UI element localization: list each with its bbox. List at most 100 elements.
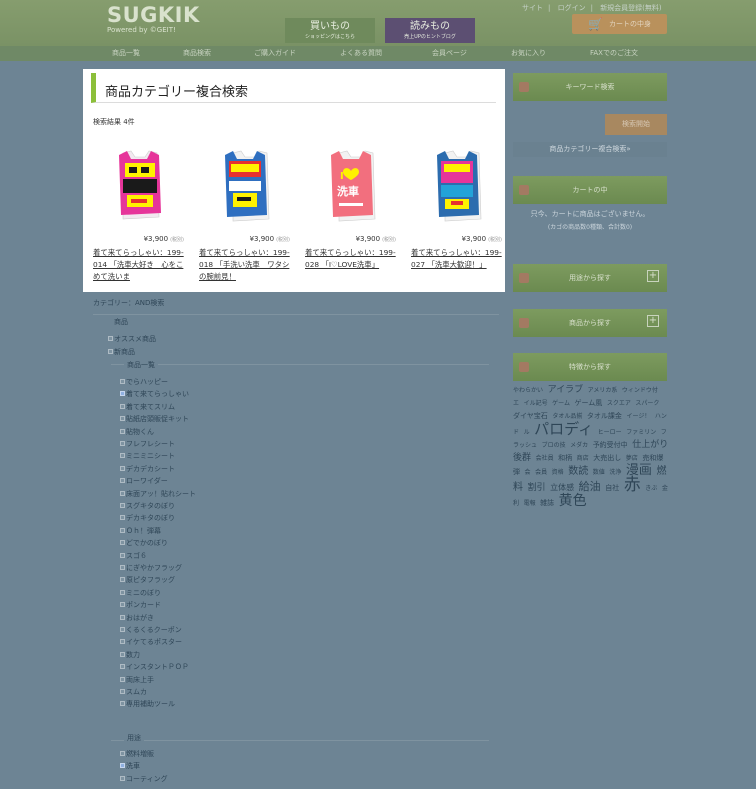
filter-checkbox-row[interactable]: にぎやかフラッグ [120, 563, 182, 573]
filter-checkbox-row[interactable]: イケてるポスター [120, 637, 182, 647]
tag-link[interactable]: 夢店 [626, 455, 638, 462]
checkbox[interactable] [120, 775, 125, 781]
filter-checkbox-row[interactable]: ポンカード [120, 600, 161, 610]
tag-link[interactable]: 洗浄 [609, 469, 621, 476]
tag-link[interactable]: アイラブ [548, 385, 584, 395]
nav-item-favorites[interactable]: お気に入り [511, 46, 546, 61]
tag-link[interactable]: ウィンドウ付 [622, 387, 658, 394]
tag-link[interactable]: アメリカ系 [588, 387, 618, 394]
filter-checkbox-row[interactable]: コーティング [120, 774, 168, 784]
filter-checkbox-row[interactable]: デカデカシート [120, 464, 175, 474]
tag-link[interactable]: 電報 [524, 500, 536, 507]
checkbox[interactable] [120, 540, 125, 546]
checkbox[interactable] [120, 565, 125, 570]
checkbox[interactable] [120, 490, 125, 496]
filter-checkbox-row[interactable]: ローワイダー [120, 476, 168, 486]
filter-checkbox-row[interactable]: インスタントＰＯＰ [120, 662, 189, 672]
tag-link[interactable]: 会社員 [536, 455, 554, 462]
checkbox[interactable] [120, 627, 125, 632]
checkbox-checked[interactable] [120, 763, 125, 769]
nav-item-products[interactable]: 商品一覧 [112, 46, 140, 61]
tag-link[interactable]: 数値 [593, 469, 605, 476]
product-card[interactable]: ¥3,900 (税別) 着て来てらっしゃい：199-014 「洗車大好き 心をこめ… [93, 147, 188, 281]
nav-item-faq[interactable]: よくある質問 [340, 46, 382, 61]
filter-checkbox-row[interactable]: 専用補助ツール [120, 699, 175, 709]
tag-link[interactable]: 割引 [528, 483, 546, 493]
tag-link[interactable]: 雑誌 [540, 499, 554, 507]
filter-checkbox-row[interactable]: 着て来てスリム [120, 402, 175, 412]
cart-button[interactable]: 🛒 カートの中身 [572, 14, 667, 34]
filter-checkbox-row[interactable]: スゴ６ [120, 551, 147, 561]
checkbox[interactable] [120, 602, 125, 608]
filter-checkbox-row[interactable]: ミニミニシート [120, 451, 175, 461]
tag-link[interactable]: やわらかい [513, 387, 543, 394]
site-logo[interactable]: SUGKIK Powered by ©GEIT! [107, 4, 200, 35]
keyword-input[interactable] [513, 114, 601, 135]
shopping-button[interactable]: 買いもの ショッピングはこちら [285, 18, 375, 43]
tag-link[interactable]: イージ！ [626, 413, 650, 420]
use-search-toggle[interactable]: 用途から探す + [513, 264, 667, 292]
tag-link[interactable]: 数読 [568, 466, 588, 477]
top-link-register[interactable]: 新規会員登録(無料) [600, 4, 661, 12]
tag-link[interactable]: 大売出し [593, 454, 621, 462]
checkbox[interactable] [108, 336, 113, 341]
checkbox[interactable] [120, 416, 125, 422]
filter-checkbox-row[interactable]: 両床上手 [120, 675, 154, 685]
checkbox[interactable] [120, 614, 125, 620]
filter-checkbox-row[interactable]: スグキタのぼり [120, 501, 175, 511]
filter-checkbox-row[interactable]: くるくるクーポン [120, 625, 182, 635]
checkbox[interactable] [120, 751, 125, 756]
filter-checkbox-row[interactable]: でらハッピー [120, 377, 168, 387]
tag-link[interactable]: ファミリン [626, 429, 656, 436]
tag-link[interactable]: メダカ [570, 442, 588, 449]
tag-link[interactable]: きぶ [645, 485, 657, 492]
filter-checkbox-row[interactable]: 床面アッ！貼れシート [120, 489, 196, 499]
checkbox[interactable] [120, 465, 125, 471]
filter-checkbox-row[interactable]: 貼紙店頭販促キット [120, 414, 189, 424]
checkbox[interactable] [120, 552, 125, 558]
tag-link[interactable]: ブロの技 [542, 442, 566, 449]
product-name-link[interactable]: 着て来てらっしゃい：199-014 「洗車大好き 心をこめて洗いま [93, 247, 188, 283]
filter-checkbox-row[interactable]: 貼物くん [120, 427, 154, 437]
tag-link[interactable]: スクエア [607, 400, 631, 407]
tag-link[interactable]: 商店 [577, 455, 589, 462]
product-image[interactable]: I 洗車 [305, 147, 400, 225]
checkbox[interactable] [120, 428, 125, 434]
tag-link[interactable]: 資格 [552, 469, 564, 476]
product-name-link[interactable]: 着て来てらっしゃい：199-018 「手洗い洗車 ワタシの腕前見！ [199, 247, 294, 283]
tag-link[interactable]: 会 [525, 469, 531, 476]
product-image[interactable] [411, 147, 506, 225]
top-link-login[interactable]: ログイン [558, 4, 586, 12]
product-name-link[interactable]: 着て来てらっしゃい：199-028 「I♡LOVE洗車」 [305, 247, 400, 283]
tag-link[interactable]: ル [524, 429, 530, 436]
filter-checkbox-row[interactable]: どでかのぼり [120, 538, 168, 548]
checkbox[interactable] [120, 651, 125, 657]
product-image[interactable] [93, 147, 188, 225]
product-card[interactable]: ¥3,900 (税別) 着て来てらっしゃい：199-027 「洗車大歓迎！」 [411, 147, 506, 269]
checkbox[interactable] [120, 503, 125, 508]
expand-plus-icon[interactable]: + [647, 270, 659, 282]
checkbox[interactable] [120, 701, 125, 707]
checkbox[interactable] [120, 478, 125, 484]
product-name-link[interactable]: 着て来てらっしゃい：199-027 「洗車大歓迎！」 [411, 247, 506, 283]
tag-link[interactable]: タオル課金 [587, 412, 622, 420]
checkbox[interactable] [120, 453, 125, 459]
checkbox[interactable] [120, 676, 125, 682]
filter-checkbox-row[interactable]: Ｏｈ！弾幕 [120, 526, 161, 536]
checkbox[interactable] [120, 379, 125, 384]
nav-item-search[interactable]: 商品検索 [183, 46, 211, 61]
checkbox[interactable] [120, 577, 125, 583]
tag-link[interactable]: ダイヤ宝石 [513, 412, 548, 420]
product-image[interactable] [199, 147, 294, 225]
filter-checkbox-row[interactable]: ミニのぼり [120, 588, 161, 598]
filter-checkbox-row[interactable]: 新商品 [108, 347, 135, 357]
filter-checkbox-row[interactable]: 数力 [120, 650, 140, 660]
tag-link[interactable]: 給油 [579, 480, 601, 493]
product-card[interactable]: I 洗車 ¥3,900 (税別) 着て来てらっしゃい：199-028 「I♡LOV… [305, 147, 400, 269]
expand-plus-icon[interactable]: + [647, 315, 659, 327]
checkbox[interactable] [120, 403, 125, 409]
tag-link[interactable]: スパーク [635, 400, 659, 407]
checkbox[interactable] [120, 639, 125, 645]
tag-link[interactable]: エ [513, 400, 519, 407]
nav-item-fax[interactable]: FAXでのご注文 [590, 46, 638, 61]
